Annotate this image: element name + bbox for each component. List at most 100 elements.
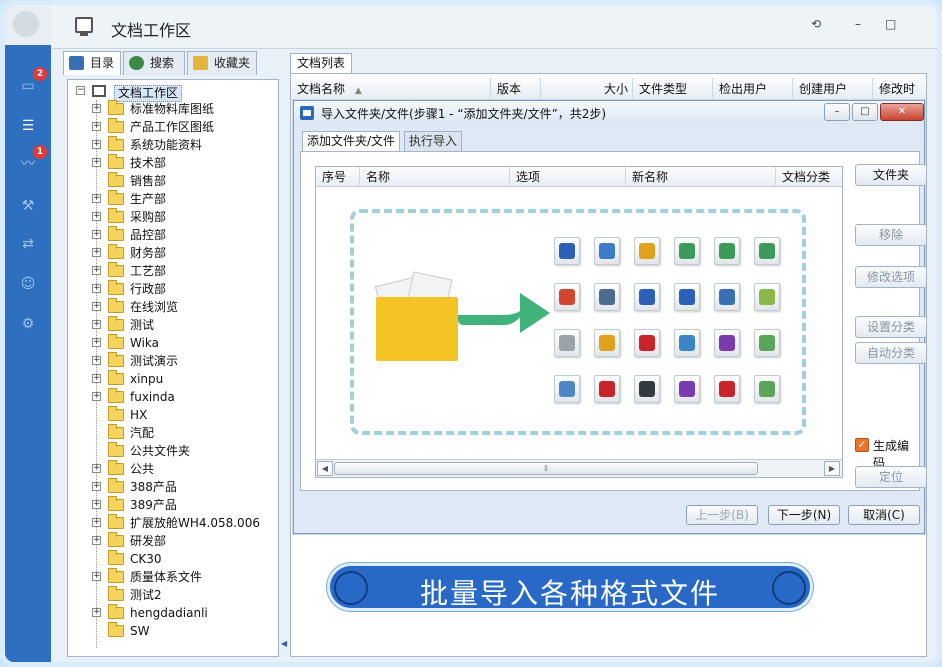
expand-icon[interactable]: + bbox=[92, 302, 101, 311]
generate-code-checkbox[interactable]: ✓ bbox=[855, 438, 869, 452]
tab-search[interactable]: 搜索 bbox=[123, 51, 185, 75]
col-options[interactable]: 选项 bbox=[510, 167, 626, 187]
tree-item[interactable]: + 标准物料库图纸 bbox=[68, 100, 278, 118]
tree-item[interactable]: + 行政部 bbox=[68, 280, 278, 298]
tree-item[interactable]: + 测试演示 bbox=[68, 352, 278, 370]
set-category-button[interactable]: 设置分类 bbox=[855, 316, 927, 338]
scroll-left-icon[interactable]: ◀ bbox=[317, 461, 333, 476]
tree-item[interactable]: + 质量体系文件 bbox=[68, 568, 278, 586]
tree-item[interactable]: + 测试 bbox=[68, 316, 278, 334]
tab-catalog[interactable]: 目录 bbox=[63, 51, 121, 75]
drop-zone[interactable] bbox=[350, 209, 806, 435]
expand-icon[interactable]: + bbox=[92, 158, 101, 167]
expand-icon[interactable]: + bbox=[92, 464, 101, 473]
tools-icon[interactable]: ⚒ bbox=[17, 197, 39, 215]
expand-icon[interactable]: + bbox=[92, 320, 101, 329]
col-version[interactable]: 版本 bbox=[491, 78, 541, 100]
col-doc-name[interactable]: 文档名称 ▲ bbox=[291, 78, 491, 100]
col-size[interactable]: 大小 bbox=[541, 78, 633, 100]
tree-item[interactable]: + 品控部 bbox=[68, 226, 278, 244]
tree-item[interactable]: +389产品 bbox=[68, 496, 278, 514]
tree-item[interactable]: CK30 bbox=[68, 550, 278, 568]
expand-icon[interactable]: + bbox=[92, 284, 101, 293]
col-doc-category[interactable]: 文档分类 bbox=[776, 167, 842, 187]
add-folder-button[interactable]: 文件夹 bbox=[855, 164, 927, 186]
expand-icon[interactable]: + bbox=[92, 500, 101, 509]
expand-icon[interactable]: + bbox=[92, 338, 101, 347]
tree-item[interactable]: 汽配 bbox=[68, 424, 278, 442]
remove-button[interactable]: 移除 bbox=[855, 224, 927, 246]
avatar[interactable] bbox=[5, 5, 51, 45]
expand-icon[interactable]: + bbox=[92, 212, 101, 221]
expand-icon[interactable]: + bbox=[92, 608, 101, 617]
collapse-icon[interactable]: − bbox=[76, 86, 85, 95]
folder-tree[interactable]: − 文档工作区 + 标准物料库图纸 + 产品工作区图纸 + 系统功能资料 + 技术部 销售部 + 生… bbox=[67, 79, 279, 657]
tree-item[interactable]: + 产品工作区图纸 bbox=[68, 118, 278, 136]
col-name[interactable]: 名称 bbox=[360, 167, 510, 187]
locate-button[interactable]: 定位 bbox=[855, 466, 927, 488]
expand-icon[interactable]: + bbox=[92, 266, 101, 275]
expand-icon[interactable]: + bbox=[92, 122, 101, 131]
dialog-minimize-button[interactable]: – bbox=[824, 103, 850, 121]
tree-item[interactable]: + 财务部 bbox=[68, 244, 278, 262]
col-file-type[interactable]: 文件类型 bbox=[633, 78, 713, 100]
expand-icon[interactable]: + bbox=[92, 356, 101, 365]
tree-item[interactable]: + 工艺部 bbox=[68, 262, 278, 280]
pane-splitter[interactable]: ◀ bbox=[281, 79, 287, 657]
minimize-button[interactable]: – bbox=[855, 17, 861, 31]
expand-icon[interactable]: + bbox=[92, 248, 101, 257]
tree-root[interactable]: − 文档工作区 bbox=[68, 82, 278, 102]
restore-icon[interactable]: ⟲ bbox=[811, 17, 821, 31]
prev-step-button[interactable]: 上一步(B) bbox=[686, 505, 758, 525]
tree-item[interactable]: 测试2 bbox=[68, 586, 278, 604]
tree-item[interactable]: +388产品 bbox=[68, 478, 278, 496]
tab-add-folder-file[interactable]: 添加文件夹/文件 bbox=[302, 131, 401, 152]
expand-icon[interactable]: + bbox=[92, 140, 101, 149]
import-grid[interactable]: 序号 名称 选项 新名称 文档分类 ◀ ⦀ ▶ bbox=[315, 166, 843, 478]
gear-icon[interactable]: ⚙ bbox=[17, 315, 39, 333]
tree-item[interactable]: + fuxinda bbox=[68, 388, 278, 406]
tree-item[interactable]: + Wika bbox=[68, 334, 278, 352]
list-icon[interactable]: ☰ bbox=[17, 117, 39, 135]
tree-item[interactable]: + hengdadianli bbox=[68, 604, 278, 622]
tree-item[interactable]: + 公共 bbox=[68, 460, 278, 478]
tab-execute-import[interactable]: 执行导入 bbox=[404, 131, 463, 151]
share-icon[interactable]: ⇄ bbox=[17, 235, 39, 253]
tree-item[interactable]: 公共文件夹 bbox=[68, 442, 278, 460]
tree-item[interactable]: + 生产部 bbox=[68, 190, 278, 208]
expand-icon[interactable]: + bbox=[92, 374, 101, 383]
collapse-left-icon[interactable]: ◀ bbox=[281, 639, 287, 648]
auto-category-button[interactable]: 自动分类 bbox=[855, 342, 927, 364]
tab-favorites[interactable]: 收藏夹 bbox=[187, 51, 257, 75]
tree-item[interactable]: + 在线浏览 bbox=[68, 298, 278, 316]
tree-item[interactable]: HX bbox=[68, 406, 278, 424]
tree-item[interactable]: + 技术部 bbox=[68, 154, 278, 172]
maximize-button[interactable]: □ bbox=[885, 17, 896, 31]
expand-icon[interactable]: + bbox=[92, 518, 101, 527]
expand-icon[interactable]: + bbox=[92, 536, 101, 545]
dialog-maximize-button[interactable]: □ bbox=[852, 103, 878, 121]
col-checkout-user[interactable]: 检出用户 bbox=[713, 78, 793, 100]
expand-icon[interactable]: + bbox=[92, 572, 101, 581]
scroll-right-icon[interactable]: ▶ bbox=[824, 461, 840, 476]
horizontal-scrollbar[interactable]: ◀ ⦀ ▶ bbox=[316, 459, 842, 477]
tree-item[interactable]: + 系统功能资料 bbox=[68, 136, 278, 154]
dialog-close-button[interactable]: ✕ bbox=[880, 103, 924, 121]
expand-icon[interactable]: + bbox=[92, 230, 101, 239]
col-index[interactable]: 序号 bbox=[316, 167, 360, 187]
expand-icon[interactable]: + bbox=[92, 392, 101, 401]
col-new-name[interactable]: 新名称 bbox=[626, 167, 776, 187]
scroll-thumb[interactable]: ⦀ bbox=[334, 462, 758, 475]
expand-icon[interactable]: + bbox=[92, 104, 101, 113]
col-modified[interactable]: 修改时间 bbox=[873, 78, 926, 118]
tree-item[interactable]: + 研发部 bbox=[68, 532, 278, 550]
tree-item[interactable]: + xinpu bbox=[68, 370, 278, 388]
next-step-button[interactable]: 下一步(N) bbox=[768, 505, 840, 525]
tree-item[interactable]: + 扩展放舱WH4.058.006 bbox=[68, 514, 278, 532]
tree-item[interactable]: SW bbox=[68, 622, 278, 640]
expand-icon[interactable]: + bbox=[92, 194, 101, 203]
modify-options-button[interactable]: 修改选项 bbox=[855, 266, 927, 288]
col-creator[interactable]: 创建用户 bbox=[793, 78, 873, 100]
cancel-button[interactable]: 取消(C) bbox=[848, 505, 920, 525]
expand-icon[interactable]: + bbox=[92, 482, 101, 491]
